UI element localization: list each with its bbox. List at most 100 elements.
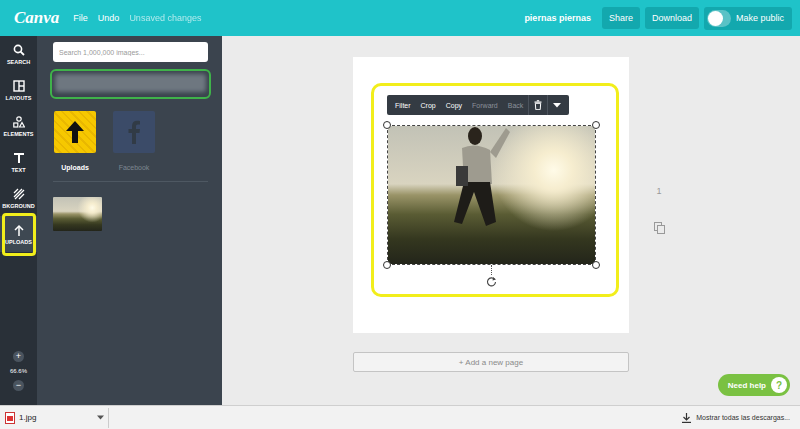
green-annotation	[50, 69, 211, 99]
page-wrap: FilterCropCopyForwardBack 1 + Add a new pa…	[353, 57, 669, 372]
top-bar: Canva File Undo Unsaved changes piernas pier…	[0, 0, 800, 36]
uploads-panel: Uploads Facebook	[37, 36, 222, 405]
dropdown-caret-icon[interactable]	[553, 102, 561, 108]
sidebar-label: TEXT	[11, 167, 25, 173]
download-item[interactable]: 1.jpg	[5, 408, 109, 428]
zoom-out-button[interactable]: −	[13, 380, 24, 391]
runner-figure-svg	[440, 122, 510, 242]
make-public-button[interactable]: Make public	[704, 7, 792, 30]
file-menu[interactable]: File	[73, 13, 88, 23]
sidebar-item[interactable]: UPLOADS	[0, 216, 37, 252]
save-status: Unsaved changes	[129, 13, 201, 23]
editor-main: SEARCH LAYOUTS ELEMENTS TEXT BKGROUND UPLOADS…	[0, 36, 800, 405]
source-option[interactable]: Facebook	[112, 111, 156, 171]
dropdown-caret-icon-svg	[553, 102, 561, 108]
zoom-in-button[interactable]: +	[13, 351, 24, 362]
source-label: Uploads	[61, 164, 89, 171]
file-name: 1.jpg	[19, 413, 93, 422]
source-label: Facebook	[119, 164, 150, 171]
facebook-tile[interactable]	[113, 111, 155, 153]
show-all-downloads[interactable]: Mostrar todas las descargas...	[682, 413, 790, 423]
sidebar-item[interactable]: TEXT	[0, 144, 37, 180]
duplicate-icon	[654, 222, 665, 234]
sidebar-item[interactable]: LAYOUTS	[0, 72, 37, 108]
upload-arrow-icon	[13, 224, 25, 236]
text-icon	[13, 152, 25, 164]
dropdown-caret-icon	[97, 415, 104, 420]
trash-icon[interactable]	[534, 100, 542, 110]
make-public-label: Make public	[736, 13, 784, 23]
resize-handle[interactable]	[383, 121, 391, 129]
design-title[interactable]: piernas piernas	[524, 13, 591, 23]
toolbar-button: Back	[503, 102, 529, 109]
zoom-controls: +66.6% −	[0, 351, 37, 405]
source-tiles: Uploads Facebook	[53, 111, 208, 171]
separator	[53, 181, 208, 182]
facebook-icon-svg	[127, 120, 141, 144]
help-question: ?	[771, 377, 787, 393]
rotate-line	[491, 265, 492, 275]
sidebar-label: ELEMENTS	[4, 131, 34, 137]
sidebar-label: SEARCH	[7, 59, 30, 65]
runner-figure	[440, 122, 510, 242]
toolbar-button[interactable]: Filter	[390, 102, 416, 109]
zoom-level: 66.6%	[10, 368, 27, 374]
design-page[interactable]: FilterCropCopyForwardBack	[353, 57, 629, 333]
resize-handle[interactable]	[383, 261, 391, 269]
share-button[interactable]: Share	[602, 7, 640, 29]
trash-icon-svg	[534, 100, 542, 110]
page-row: FilterCropCopyForwardBack 1	[353, 57, 669, 333]
download-icon-svg	[682, 413, 691, 423]
censored-bar	[53, 70, 208, 96]
rotate-icon[interactable]	[486, 276, 497, 287]
sidebar-item[interactable]: BKGROUND	[0, 180, 37, 216]
download-button[interactable]: Download	[645, 7, 699, 29]
toolbar-button[interactable]: Copy	[441, 102, 467, 109]
page-number: 1	[656, 186, 661, 196]
shapes-icon-svg	[13, 116, 25, 128]
uploaded-image-thumbnail[interactable]	[53, 197, 102, 231]
blurred-area	[55, 74, 206, 92]
show-all-label: Mostrar todas las descargas...	[696, 414, 790, 421]
sidebar-item[interactable]: ELEMENTS	[0, 108, 37, 144]
layouts-icon	[13, 80, 25, 92]
resize-handle[interactable]	[592, 121, 600, 129]
selected-image[interactable]	[387, 125, 596, 265]
copy-page-button[interactable]	[654, 222, 665, 234]
undo-menu[interactable]: Undo	[98, 13, 120, 23]
download-icon	[682, 413, 691, 423]
downloads-bar: 1.jpg Mostrar todas las descargas...	[0, 405, 800, 429]
workspace: FilterCropCopyForwardBack 1 + Add a new pa…	[222, 36, 800, 405]
toolbar-button[interactable]: Crop	[416, 102, 441, 109]
toolbar-button: Forward	[467, 102, 503, 109]
add-page-row: + Add a new page	[353, 352, 669, 372]
search-icon	[13, 44, 25, 56]
add-page-button[interactable]: + Add a new page	[353, 352, 629, 372]
toggle-knob	[708, 11, 723, 26]
upload-arrow-icon	[65, 120, 85, 144]
sidebar-item[interactable]: SEARCH	[0, 36, 37, 72]
background-icon	[13, 188, 25, 200]
text-icon-svg	[13, 152, 25, 164]
image-search-field[interactable]	[53, 42, 208, 62]
upload-arrow-icon-svg	[65, 120, 85, 144]
yellow-annotation	[2, 213, 36, 256]
duplicate-icon-svg	[654, 222, 665, 234]
canva-logo[interactable]: Canva	[14, 8, 59, 28]
help-button[interactable]: Need help?	[718, 374, 790, 396]
sidebar: SEARCH LAYOUTS ELEMENTS TEXT BKGROUND UPLOADS…	[0, 36, 37, 405]
dropdown-caret-icon-svg	[97, 415, 104, 420]
more-button[interactable]	[547, 95, 566, 115]
background-icon-svg	[13, 188, 25, 200]
delete-button[interactable]	[528, 95, 547, 115]
facebook-icon	[127, 120, 141, 144]
sidebar-label: UPLOADS	[5, 239, 32, 245]
search-icon-svg	[13, 44, 25, 56]
help-label: Need help	[728, 381, 766, 390]
layouts-icon-svg	[13, 80, 25, 92]
source-option[interactable]: Uploads	[53, 111, 97, 171]
yellow-annotation	[371, 83, 619, 297]
uploads-tile[interactable]	[54, 111, 96, 153]
public-toggle[interactable]	[707, 10, 731, 27]
resize-handle[interactable]	[592, 261, 600, 269]
